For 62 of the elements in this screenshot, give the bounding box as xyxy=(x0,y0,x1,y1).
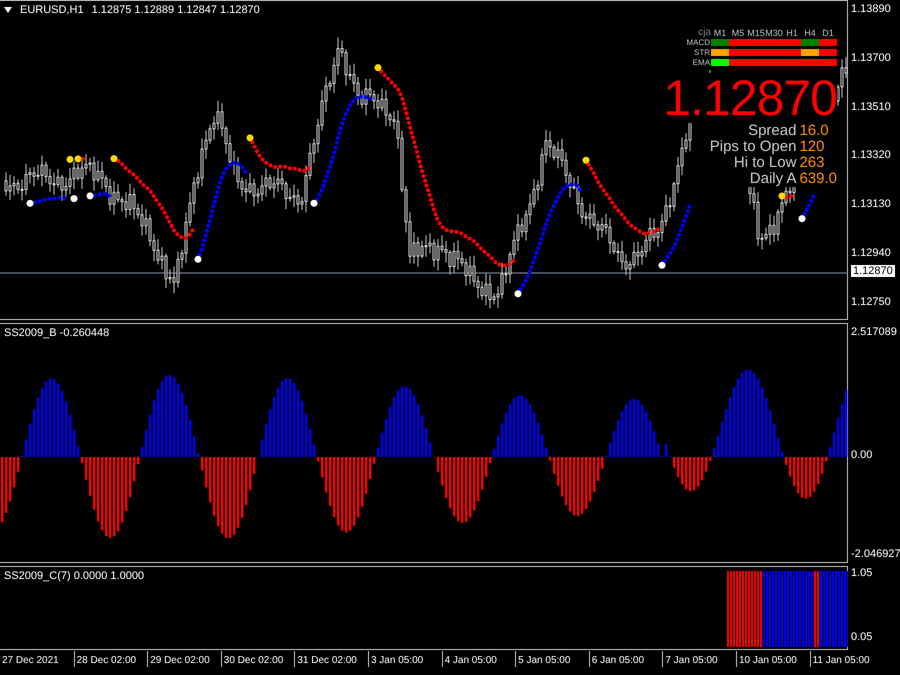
signal-dot xyxy=(26,200,34,207)
symbol-title: EURUSD,H1 xyxy=(20,4,84,16)
value-tick: -2.046927 xyxy=(851,548,900,560)
stat-value: 263 xyxy=(799,155,826,171)
stat-value: 120 xyxy=(799,139,826,155)
indicator-title: SS2009_C(7) 0.0000 1.0000 xyxy=(4,570,144,582)
timeframe-label: M30 xyxy=(765,28,783,38)
indicator-label: MACD xyxy=(686,38,711,48)
time-label: 11 Jan 05:00 xyxy=(810,651,884,667)
value-tick: 0.05 xyxy=(851,631,872,643)
signal-dot xyxy=(582,156,590,164)
stat-label: Pips to Open xyxy=(710,139,796,155)
time-label: 3 Jan 05:00 xyxy=(368,651,442,667)
timeframe-label: H4 xyxy=(803,28,817,38)
current-price-label: 1.12870 xyxy=(851,265,895,277)
timeframe-label: M1 xyxy=(712,28,728,38)
price-tick: 1.13700 xyxy=(851,52,891,64)
signal-dot xyxy=(86,192,94,200)
time-label: 4 Jan 05:00 xyxy=(442,651,516,667)
value-tick: 0.00 xyxy=(851,449,872,461)
time-label: 27 Dec 2021 xyxy=(1,654,60,667)
value-tick: 2.517089 xyxy=(851,326,897,338)
timeframe-label: M5 xyxy=(730,28,746,38)
signal-dot xyxy=(658,262,666,269)
stat-label: Spread xyxy=(747,123,796,139)
time-label: 30 Dec 02:00 xyxy=(220,651,294,667)
indicator-label: EMA xyxy=(692,58,711,68)
signal-dot xyxy=(310,200,318,207)
price-tick: 1.13320 xyxy=(851,149,891,162)
time-label: 10 Jan 05:00 xyxy=(736,651,810,667)
time-label: 6 Jan 05:00 xyxy=(588,651,662,667)
price-tick: 1.12750 xyxy=(851,296,891,308)
timeframe-label: M15 xyxy=(747,28,765,38)
price-tick: 1.13510 xyxy=(851,100,891,113)
signal-dot xyxy=(110,155,118,162)
price-tick: 1.12940 xyxy=(851,247,891,259)
time-label: 5 Jan 05:00 xyxy=(515,651,589,667)
time-label: 29 Dec 02:00 xyxy=(147,651,221,667)
signal-dot xyxy=(194,256,202,263)
signal-dot xyxy=(374,64,382,72)
time-label: 31 Dec 02:00 xyxy=(294,651,368,667)
dashboard-corner-label: cja xyxy=(697,28,711,38)
indicator-title: SS2009_B -0.260448 xyxy=(4,327,110,339)
price-tick: 1.13890 xyxy=(851,3,891,15)
signal-dot xyxy=(778,192,786,200)
stat-value: 639.0 xyxy=(799,171,837,187)
signal-dot xyxy=(798,215,806,222)
dropdown-icon[interactable] xyxy=(4,7,12,13)
timeframe-label: D1 xyxy=(821,28,835,38)
stat-value: 16.0 xyxy=(799,123,830,139)
timeframe-label: H1 xyxy=(785,28,799,38)
time-label: 7 Jan 05:00 xyxy=(662,651,736,667)
indicator-label: STR xyxy=(693,48,711,58)
signal-dot xyxy=(246,134,254,142)
ohlc-values: 1.12875 1.12889 1.12847 1.12870 xyxy=(92,4,260,16)
stat-label: Hi to Low xyxy=(734,155,796,171)
value-tick: 1.05 xyxy=(851,567,872,579)
price-tick: 1.13130 xyxy=(851,198,891,210)
signal-dot xyxy=(70,195,78,202)
time-label: 28 Dec 02:00 xyxy=(74,651,148,667)
signal-dot xyxy=(514,290,522,298)
stat-label: Daily A xyxy=(748,171,796,187)
